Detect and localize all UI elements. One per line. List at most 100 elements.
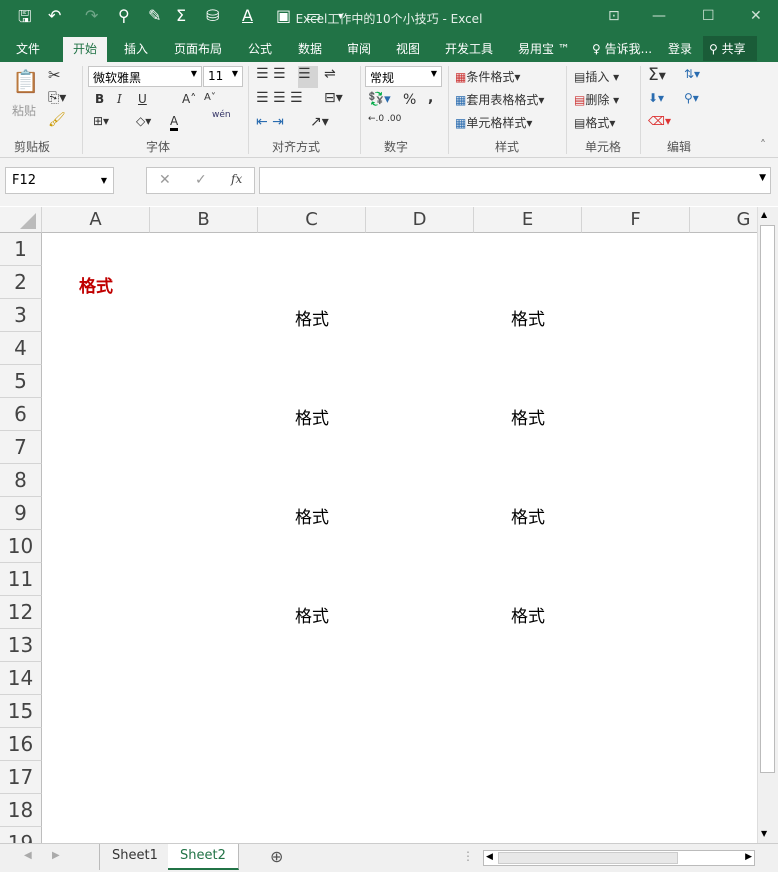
- row-header-14[interactable]: 14: [0, 662, 42, 695]
- scroll-thumb[interactable]: [760, 225, 775, 773]
- cut-icon[interactable]: ✂: [48, 66, 61, 84]
- maximize-icon[interactable]: ☐: [702, 8, 715, 24]
- tab-file[interactable]: 文件: [16, 40, 40, 57]
- row-header-17[interactable]: 17: [0, 761, 42, 794]
- next-sheet-icon[interactable]: ▶: [52, 850, 60, 861]
- tab-review[interactable]: 审阅: [347, 40, 371, 57]
- cell-C6[interactable]: 格式: [258, 398, 366, 431]
- italic-button[interactable]: I: [117, 92, 122, 106]
- row-header-16[interactable]: 16: [0, 728, 42, 761]
- sort-filter-icon[interactable]: ⇅▾: [684, 67, 700, 81]
- scroll-down-icon[interactable]: ▼: [761, 829, 767, 838]
- row-header-18[interactable]: 18: [0, 794, 42, 827]
- row-header-5[interactable]: 5: [0, 365, 42, 398]
- close-icon[interactable]: ✕: [750, 8, 762, 24]
- cell-C9[interactable]: 格式: [258, 497, 366, 530]
- fill-icon[interactable]: ⬇▾: [648, 91, 664, 105]
- row-header-3[interactable]: 3: [0, 299, 42, 332]
- split-handle[interactable]: ⋮: [462, 849, 474, 863]
- autosum-icon[interactable]: Σ▾: [648, 65, 666, 85]
- align-bottom-icon[interactable]: ☰: [298, 66, 318, 88]
- column-header-G[interactable]: G: [690, 207, 757, 233]
- copy-icon[interactable]: ⎘▾: [48, 90, 66, 106]
- fill-color-icon[interactable]: ◇▾: [136, 114, 151, 128]
- cell-E9[interactable]: 格式: [474, 497, 582, 530]
- sheet-tab-sheet1[interactable]: Sheet1: [99, 844, 171, 870]
- formula-input[interactable]: ▼: [259, 167, 771, 194]
- row-header-8[interactable]: 8: [0, 464, 42, 497]
- select-all-corner[interactable]: [0, 207, 42, 233]
- align-left-center-right-icons[interactable]: ☰ ☰ ☰: [256, 90, 303, 106]
- minimize-icon[interactable]: —: [652, 8, 666, 24]
- conditional-format-button[interactable]: ▦条件格式▾: [455, 68, 520, 85]
- number-format-select[interactable]: 常规 ▼: [365, 66, 442, 87]
- row-header-6[interactable]: 6: [0, 398, 42, 431]
- cell-C3[interactable]: 格式: [258, 299, 366, 332]
- tell-me-search[interactable]: ♀ 告诉我...: [592, 40, 652, 57]
- share-button[interactable]: ⚲ 共享: [703, 36, 757, 61]
- cell-A2[interactable]: 格式: [42, 266, 150, 299]
- decrease-font-button[interactable]: A˅: [204, 92, 216, 103]
- tab-formulas[interactable]: 公式: [248, 40, 272, 57]
- row-header-2[interactable]: 2: [0, 266, 42, 299]
- column-header-B[interactable]: B: [150, 207, 258, 233]
- phonetic-button[interactable]: wén: [212, 110, 231, 120]
- column-header-E[interactable]: E: [474, 207, 582, 233]
- font-name-select[interactable]: 微软雅黑 ▼: [88, 66, 202, 87]
- row-header-11[interactable]: 11: [0, 563, 42, 596]
- vertical-scrollbar[interactable]: ▲ ▼: [757, 207, 778, 843]
- tab-yiyongbao[interactable]: 易用宝 ™: [518, 40, 570, 57]
- row-header-12[interactable]: 12: [0, 596, 42, 629]
- cell-E6[interactable]: 格式: [474, 398, 582, 431]
- bold-button[interactable]: B: [95, 92, 104, 106]
- row-header-13[interactable]: 13: [0, 629, 42, 662]
- column-header-A[interactable]: A: [42, 207, 150, 233]
- scroll-up-icon[interactable]: ▲: [761, 210, 767, 219]
- cell-E12[interactable]: 格式: [474, 596, 582, 629]
- row-header-15[interactable]: 15: [0, 695, 42, 728]
- tab-page-layout[interactable]: 页面布局: [174, 40, 222, 57]
- currency-icon[interactable]: 💱▾: [368, 92, 391, 107]
- border-icon[interactable]: ⊞▾: [93, 114, 109, 128]
- collapse-ribbon-icon[interactable]: ˄: [760, 138, 766, 152]
- horizontal-scroll-thumb[interactable]: [498, 852, 678, 864]
- orientation-icon[interactable]: ↗▾: [310, 114, 329, 130]
- align-top-icon[interactable]: ☰ ☰: [256, 66, 286, 82]
- tab-developer[interactable]: 开发工具: [445, 40, 493, 57]
- indent-icons[interactable]: ⇤ ⇥: [256, 114, 284, 130]
- increase-font-button[interactable]: A˄: [182, 92, 196, 106]
- format-as-table-button[interactable]: ▦套用表格格式▾: [455, 91, 544, 108]
- column-header-F[interactable]: F: [582, 207, 690, 233]
- name-box[interactable]: F12 ▼: [5, 167, 114, 194]
- percent-button[interactable]: %: [403, 92, 416, 108]
- find-icon[interactable]: ⚲▾: [684, 91, 699, 105]
- row-header-9[interactable]: 9: [0, 497, 42, 530]
- font-size-select[interactable]: 11 ▼: [203, 66, 243, 87]
- decimal-buttons[interactable]: ←.0 .00: [368, 114, 401, 124]
- scroll-right-icon[interactable]: ▶: [745, 852, 752, 862]
- enter-icon[interactable]: ✓: [195, 172, 207, 188]
- wrap-text-icon[interactable]: ⇌: [324, 66, 336, 82]
- ribbon-display-icon[interactable]: ⊡: [608, 8, 620, 24]
- row-header-19[interactable]: 19: [0, 827, 42, 843]
- tab-insert[interactable]: 插入: [124, 40, 148, 57]
- delete-cells-button[interactable]: ▤删除 ▾: [574, 91, 619, 108]
- comma-button[interactable]: ,: [428, 90, 433, 106]
- cell-E3[interactable]: 格式: [474, 299, 582, 332]
- format-painter-icon[interactable]: 🖌: [48, 112, 66, 128]
- column-header-D[interactable]: D: [366, 207, 474, 233]
- row-header-10[interactable]: 10: [0, 530, 42, 563]
- row-header-7[interactable]: 7: [0, 431, 42, 464]
- worksheet-grid[interactable]: A B C D E F G 1 2 3 4 5 6 7 8 9 10 11 12 13 14 15 16 17 18 19 格式 格式…: [0, 207, 757, 843]
- font-color-icon[interactable]: A: [170, 114, 179, 131]
- cell-C12[interactable]: 格式: [258, 596, 366, 629]
- tab-view[interactable]: 视图: [396, 40, 420, 57]
- new-sheet-icon[interactable]: ⊕: [270, 847, 283, 866]
- login-button[interactable]: 登录: [668, 40, 692, 57]
- scroll-left-icon[interactable]: ◀: [486, 852, 493, 862]
- tab-home[interactable]: 开始: [63, 37, 108, 63]
- row-header-4[interactable]: 4: [0, 332, 42, 365]
- cell-styles-button[interactable]: ▦单元格样式▾: [455, 114, 532, 131]
- column-header-C[interactable]: C: [258, 207, 366, 233]
- format-cells-button[interactable]: ▤格式▾: [574, 114, 615, 131]
